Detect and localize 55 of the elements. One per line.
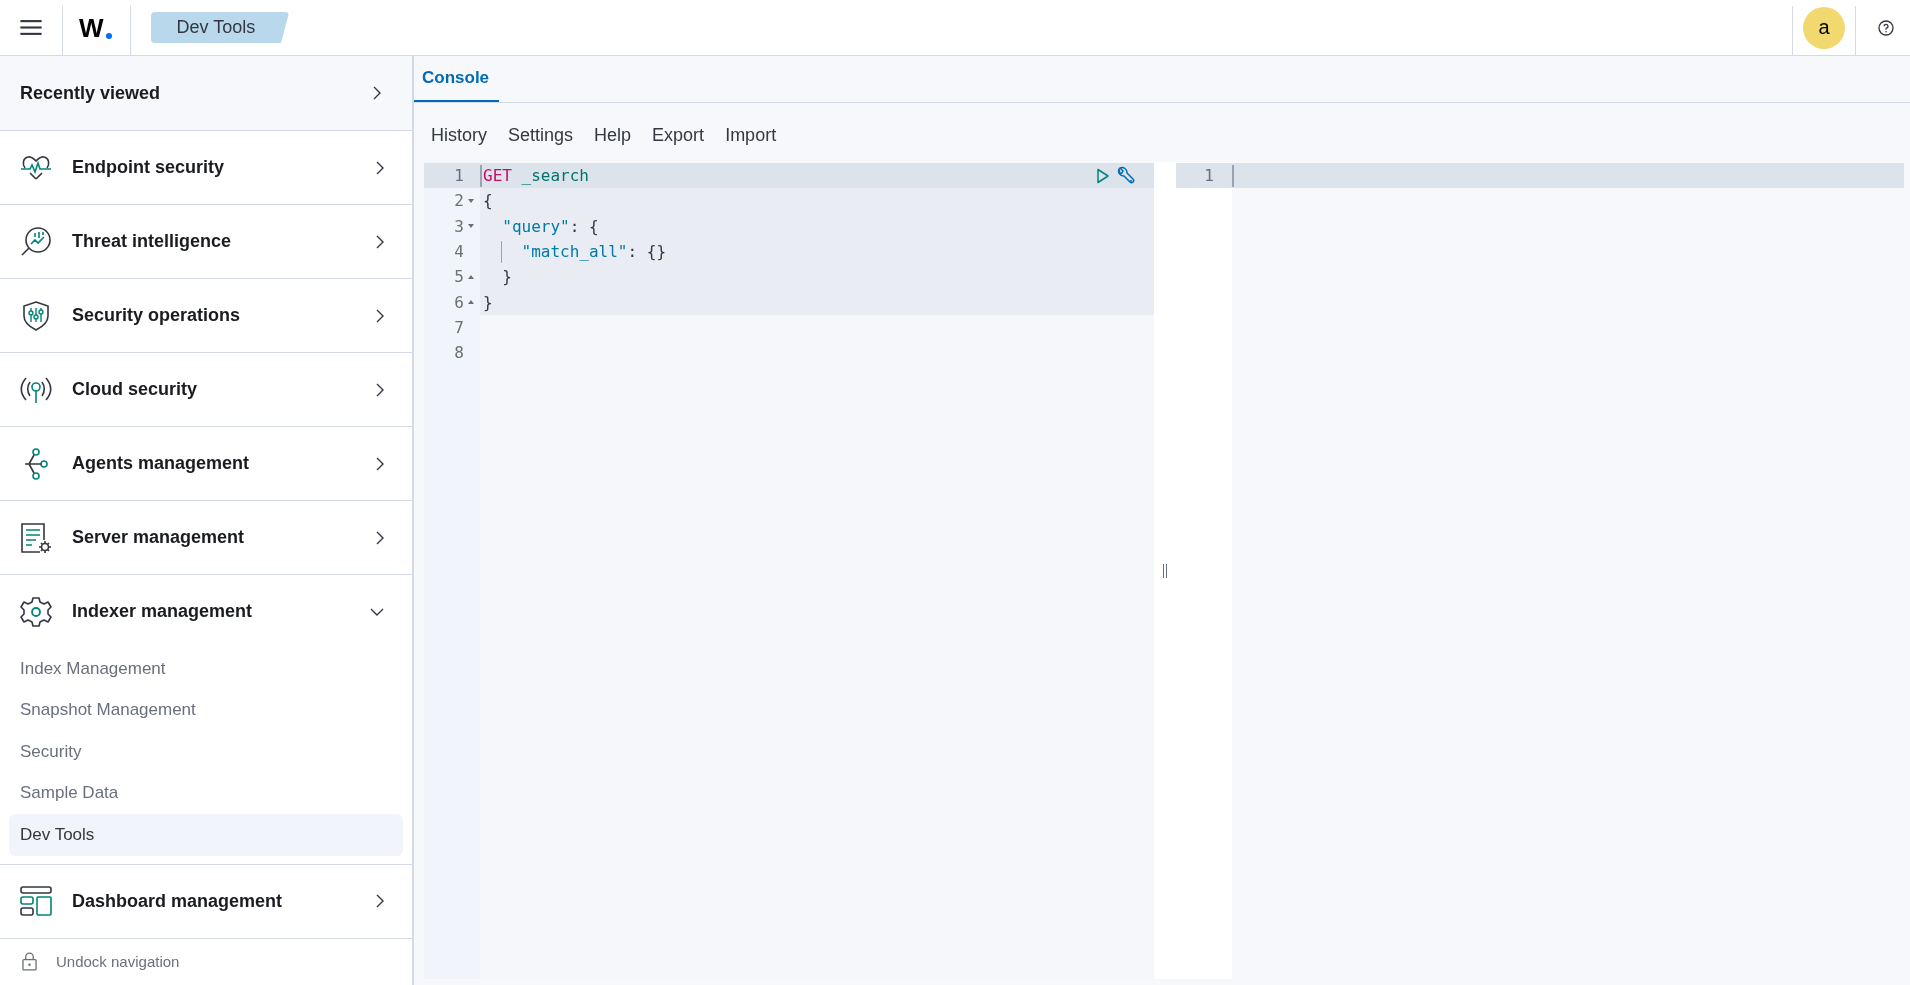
nav-sub-item[interactable]: Snapshot Management — [9, 689, 403, 731]
code-line: } — [483, 292, 493, 312]
chevron-right-icon — [372, 85, 382, 101]
code-line: "match_all": {} — [483, 240, 667, 263]
logo[interactable]: W — [79, 14, 112, 41]
code-line: "query": { — [501, 216, 599, 236]
nav-sub-item[interactable]: Dev Tools — [9, 814, 403, 856]
play-icon[interactable] — [1096, 167, 1110, 184]
nav-group[interactable]: Threat intelligence — [0, 205, 412, 278]
nav-group[interactable]: Cloud security — [0, 353, 412, 426]
nav-sub-item[interactable]: Index Management — [9, 648, 403, 690]
line-number: 2 — [454, 191, 464, 211]
line-number: 4 — [454, 242, 464, 262]
nav-group[interactable]: Endpoint security — [0, 131, 412, 204]
shield-sliders-icon — [20, 299, 52, 332]
nav-group[interactable]: Indexer management — [0, 575, 412, 648]
magnifier-chart-icon — [20, 225, 52, 258]
code-line: } — [501, 267, 512, 287]
menu-item[interactable]: Export — [652, 124, 705, 146]
menu-item[interactable]: Settings — [508, 124, 574, 146]
menu-icon[interactable] — [20, 19, 42, 36]
line-number: 6 — [454, 292, 464, 312]
resize-handle-icon[interactable] — [1162, 563, 1168, 578]
nav-group[interactable]: Agents management — [0, 427, 412, 500]
user-avatar[interactable]: a — [1803, 6, 1845, 49]
nav-group[interactable]: Server management — [0, 501, 412, 574]
fold-icon[interactable] — [468, 224, 474, 229]
dashboard-layout-icon — [20, 885, 52, 917]
breadcrumb[interactable]: Dev Tools — [150, 12, 290, 43]
nav-group[interactable]: Dashboard management — [0, 864, 412, 938]
line-number: 7 — [454, 317, 464, 337]
menu-item[interactable]: Help — [594, 124, 632, 146]
document-gear-icon — [20, 521, 52, 554]
wrench-icon[interactable] — [1116, 165, 1136, 186]
help-icon[interactable] — [1878, 19, 1894, 36]
line-number: 1 — [1204, 166, 1214, 186]
menu-item[interactable]: History — [431, 124, 487, 146]
line-number: 8 — [454, 343, 464, 363]
console-tab[interactable]: Console — [414, 56, 500, 102]
line-number: 3 — [454, 216, 464, 236]
code-line: GET _search — [483, 166, 589, 186]
unfold-icon[interactable] — [468, 300, 474, 305]
line-number: 1 — [454, 166, 464, 186]
nav-group[interactable]: Security operations — [0, 279, 412, 352]
recently-viewed-item[interactable]: Recently viewed — [0, 56, 412, 131]
code-line: { — [483, 191, 493, 211]
nav-sub-item[interactable]: Security — [9, 731, 403, 773]
lock-icon — [22, 952, 37, 972]
gear-icon — [20, 595, 52, 628]
menu-item[interactable]: Import — [725, 124, 777, 146]
line-number: 5 — [454, 267, 464, 287]
unfold-icon[interactable] — [468, 274, 474, 279]
undock-navigation-link[interactable]: Undock navigation — [56, 953, 180, 971]
nav-sub-item[interactable]: Sample Data — [9, 772, 403, 814]
fold-icon[interactable] — [468, 198, 474, 203]
